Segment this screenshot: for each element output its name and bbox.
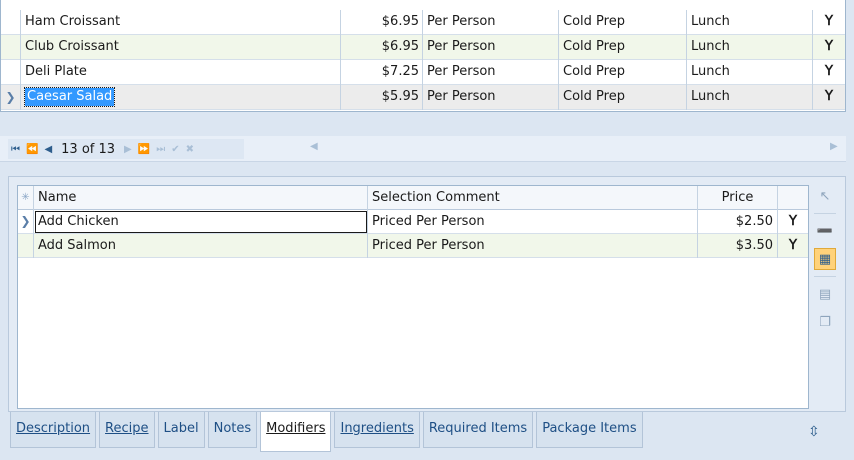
tab-notes[interactable]: Notes xyxy=(207,412,258,448)
navigator-controls: ⏮ ⏪ ◀ 13 of 13 ▶ ⏩ ⏭ ✔ ✖ xyxy=(8,139,244,159)
table-row[interactable]: Deli Plate $7.25 Per Person Cold Prep Lu… xyxy=(1,60,845,85)
column-header-name[interactable]: Name xyxy=(34,186,368,210)
item-name-cell[interactable]: Club Croissant xyxy=(21,35,341,60)
tab-label-tab[interactable]: Label xyxy=(157,412,205,448)
item-category-cell[interactable]: Cold Prep xyxy=(559,85,687,110)
current-row-arrow-icon: ❯ xyxy=(1,85,21,110)
item-unit-cell[interactable]: Per Person xyxy=(423,85,559,110)
tab-package-items[interactable]: Package Items xyxy=(536,412,643,448)
column-header-icon xyxy=(778,186,808,210)
modifiers-header-row: ✳ Name Selection Comment Price xyxy=(18,186,808,210)
scroll-right-icon[interactable]: ▶ xyxy=(830,141,838,152)
item-category-cell[interactable]: Cold Prep xyxy=(559,35,687,60)
resize-rows-icon[interactable]: ⇳ xyxy=(808,424,820,440)
modifier-price-cell[interactable]: $3.50 xyxy=(698,234,778,258)
item-name-cell[interactable]: Ham Croissant xyxy=(21,10,341,35)
copy-table-icon[interactable]: ❐ xyxy=(814,311,836,333)
first-record-icon[interactable]: ⏮ xyxy=(8,144,23,155)
menu-items-grid: Ham Croissant $6.95 Per Person Cold Prep… xyxy=(0,0,846,112)
item-price-cell[interactable]: $6.95 xyxy=(341,10,423,35)
item-meal-cell[interactable]: Lunch xyxy=(687,60,813,85)
item-unit-cell[interactable]: Per Person xyxy=(423,10,559,35)
row-indicator xyxy=(1,60,21,85)
modifiers-panel: ✳ Name Selection Comment Price ❯ Add Chi… xyxy=(8,176,846,412)
fork-knife-icon: 𝖸 xyxy=(825,89,833,104)
select-cursor-icon[interactable]: ↖ xyxy=(814,185,836,207)
side-toolbar: ↖ ➖ ▦ ▤ ❐ xyxy=(812,185,838,339)
tab-ingredients[interactable]: Ingredients xyxy=(334,412,420,448)
row-indicator xyxy=(1,35,21,60)
tab-label: Notes xyxy=(213,421,252,436)
record-navigator: ⏮ ⏪ ◀ 13 of 13 ▶ ⏩ ⏭ ✔ ✖ ◀ ▶ xyxy=(0,136,846,162)
record-position: 13 of 13 xyxy=(61,141,116,157)
table-row-selected[interactable]: ❯ Caesar Salad $5.95 Per Person Cold Pre… xyxy=(1,85,845,110)
tab-label: Required Items xyxy=(428,421,528,436)
item-unit-cell[interactable]: Per Person xyxy=(423,60,559,85)
fork-knife-icon: 𝖸 xyxy=(825,14,833,29)
tab-recipe[interactable]: Recipe xyxy=(99,412,155,448)
selected-name-text[interactable]: Caesar Salad xyxy=(23,87,116,107)
item-category-cell[interactable]: Cold Prep xyxy=(559,10,687,35)
table-row[interactable]: Club Croissant $6.95 Per Person Cold Pre… xyxy=(1,35,845,60)
tab-modifiers[interactable]: Modifiers xyxy=(260,412,332,452)
item-meal-cell[interactable]: Lunch xyxy=(687,10,813,35)
previous-record-icon[interactable]: ◀ xyxy=(41,144,55,155)
row-indicator xyxy=(1,10,21,35)
modifier-comment-cell[interactable]: Priced Per Person xyxy=(368,234,698,258)
table-row[interactable]: Ham Croissant $6.95 Per Person Cold Prep… xyxy=(1,10,845,35)
table-icon[interactable]: ▤ xyxy=(814,283,836,305)
item-name-cell[interactable]: Deli Plate xyxy=(21,60,341,85)
modifier-comment-cell[interactable]: Priced Per Person xyxy=(368,210,698,234)
current-row-arrow-icon: ❯ xyxy=(18,210,34,234)
modifier-name-cell[interactable]: Add Chicken xyxy=(34,210,368,234)
item-price-cell[interactable]: $5.95 xyxy=(341,85,423,110)
modifier-price-cell[interactable]: $2.50 xyxy=(698,210,778,234)
close-icon[interactable]: ✖ xyxy=(183,144,197,155)
tab-label: Description xyxy=(16,421,91,436)
toolbar-divider xyxy=(814,276,836,277)
column-header-price[interactable]: Price xyxy=(698,186,778,210)
item-unit-cell[interactable]: Per Person xyxy=(423,35,559,60)
next-record-icon[interactable]: ▶ xyxy=(121,144,135,155)
grid-view-icon[interactable]: ▦ xyxy=(814,248,836,270)
tab-description[interactable]: Description xyxy=(10,412,97,448)
checkmark-icon[interactable]: ✔ xyxy=(168,144,182,155)
fork-knife-icon: 𝖸 xyxy=(789,214,797,229)
tab-required-items[interactable]: Required Items xyxy=(422,412,534,448)
tab-label: Ingredients xyxy=(340,421,414,436)
table-row[interactable]: ❯ Add Chicken Priced Per Person $2.50 𝖸 xyxy=(18,210,808,234)
item-name-cell[interactable]: Caesar Salad xyxy=(21,85,341,110)
row-indicator xyxy=(18,234,34,258)
fork-knife-icon: 𝖸 xyxy=(825,64,833,79)
item-meal-cell[interactable]: Lunch xyxy=(687,85,813,110)
tab-label: Modifiers xyxy=(266,421,326,436)
fork-knife-icon: 𝖸 xyxy=(825,39,833,54)
tab-label: Label xyxy=(163,421,199,436)
toolbar-divider xyxy=(814,213,836,214)
item-meal-cell[interactable]: Lunch xyxy=(687,35,813,60)
scroll-left-icon[interactable]: ◀ xyxy=(310,141,318,152)
item-category-cell[interactable]: Cold Prep xyxy=(559,60,687,85)
tab-label: Package Items xyxy=(542,421,637,436)
fork-knife-icon: 𝖸 xyxy=(789,238,797,253)
new-row-icon: ✳ xyxy=(18,186,34,210)
item-price-cell[interactable]: $7.25 xyxy=(341,60,423,85)
delete-row-icon[interactable]: ➖ xyxy=(814,220,836,242)
modifier-name-cell[interactable]: Add Salmon xyxy=(34,234,368,258)
previous-page-icon[interactable]: ⏪ xyxy=(23,144,41,155)
next-page-icon[interactable]: ⏩ xyxy=(135,144,153,155)
last-record-icon[interactable]: ⏭ xyxy=(153,144,168,155)
table-row[interactable]: Add Salmon Priced Per Person $3.50 𝖸 xyxy=(18,234,808,258)
column-header-comment[interactable]: Selection Comment xyxy=(368,186,698,210)
tab-label: Recipe xyxy=(105,421,149,436)
detail-tabs: Description Recipe Label Notes Modifiers… xyxy=(10,412,646,452)
item-price-cell[interactable]: $6.95 xyxy=(341,35,423,60)
modifiers-grid: ✳ Name Selection Comment Price ❯ Add Chi… xyxy=(17,185,809,409)
